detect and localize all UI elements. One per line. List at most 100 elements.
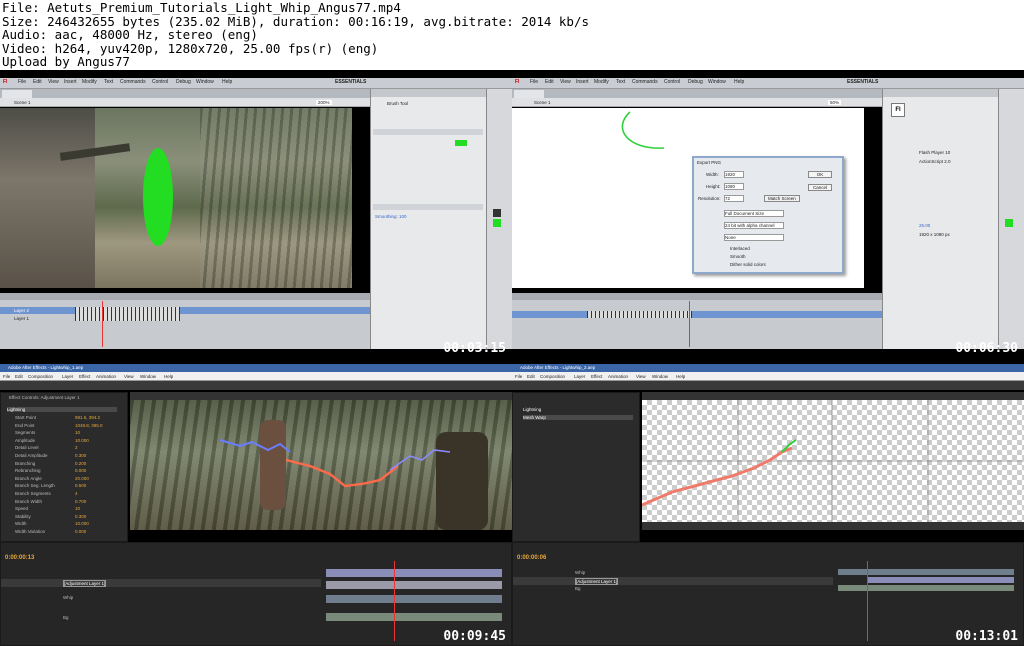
toolbar <box>512 381 1024 390</box>
effect-param-name: Branching <box>15 460 36 466</box>
effect-controls-panel: Effect Controls: Adjustment Layer 1 Ligh… <box>0 392 128 542</box>
timeline-panel: 0:00:00:13 [Adjustment Layer 1] Whip Bg <box>0 542 512 646</box>
trees <box>200 108 352 288</box>
title-bar: Adobe After Effects - Lightwhip_2.aep <box>512 364 1024 372</box>
timeline: Layer 2 Layer 1 <box>0 293 370 349</box>
effect-param-name: Branch Segments <box>15 491 51 496</box>
edit-bar: Scene 1 200% <box>0 98 370 107</box>
effect-param-name: Amplitude <box>15 437 36 443</box>
filter-select[interactable]: None <box>724 234 784 241</box>
colors-select[interactable]: 24 bit with alpha channel <box>724 222 784 229</box>
height-input[interactable]: 1080 <box>724 183 744 190</box>
edit-bar: Scene 1 50% <box>512 98 882 107</box>
resolution-input[interactable]: 72 <box>724 195 744 202</box>
effect-param-value[interactable]: 10.000 <box>75 438 89 443</box>
width-input[interactable]: 1920 <box>724 171 744 178</box>
cancel-button[interactable]: Cancel <box>808 184 832 191</box>
fill-color-swatch[interactable] <box>493 219 501 227</box>
effect-param-name: Speed <box>15 506 29 512</box>
timestamp: 00:13:01 <box>955 629 1018 644</box>
tools-panel <box>486 89 512 349</box>
effect-param-value[interactable]: 10.000 <box>75 521 89 526</box>
playhead[interactable] <box>867 561 868 641</box>
thumbnail-3: Adobe After Effects - Lightwhip_1.aep Fi… <box>0 358 512 646</box>
effect-param-value[interactable]: 10 <box>75 430 80 435</box>
doc-tabs <box>0 89 370 98</box>
fill-swatch[interactable] <box>455 140 467 146</box>
file-info-line: File: Aetuts_Premium_Tutorials_Light_Whi… <box>2 0 401 15</box>
effect-param-name: Branch Seg. Length <box>15 483 55 489</box>
stroke-color-swatch[interactable] <box>493 209 501 217</box>
export-png-dialog: Export PNG Width: 1920 Height: 1080 Reso… <box>692 156 844 274</box>
thumbnail-4: Adobe After Effects - Lightwhip_2.aep Fi… <box>512 358 1024 646</box>
tools-panel <box>998 89 1024 349</box>
lightning-whip <box>219 439 451 488</box>
effect-param-value[interactable]: 10 <box>75 506 80 511</box>
actor-figure <box>0 108 95 288</box>
properties-panel: Brush Tool Smoothing: 100 <box>370 89 486 349</box>
effect-param-value[interactable]: 0.500 <box>75 483 86 488</box>
file-info: File: Aetuts_Premium_Tutorials_Light_Whi… <box>0 0 1024 70</box>
composition-viewer <box>130 392 512 530</box>
composition-viewer <box>642 392 1024 530</box>
mesh-warp-grid <box>642 400 1024 522</box>
title-bar: Adobe After Effects - Lightwhip_1.aep <box>0 364 512 372</box>
effect-param-name: Detail Amplitude <box>15 453 48 458</box>
ok-button[interactable]: OK <box>808 171 832 178</box>
doc-tab[interactable] <box>2 90 32 98</box>
file-info-line: Size: 246432655 bytes (235.02 MiB), dura… <box>2 13 589 29</box>
dither-checkbox[interactable]: Dither solid colors <box>730 262 766 267</box>
fill-color-swatch[interactable] <box>1005 219 1013 227</box>
file-info-line: Upload by Angus77 <box>2 54 130 70</box>
effect-param-value[interactable]: 981.6, 394.2 <box>75 415 100 420</box>
effect-param-value[interactable]: 0.700 <box>75 499 86 504</box>
timecode[interactable]: 0:00:00:06 <box>517 555 546 561</box>
interlaced-checkbox[interactable]: Interlaced <box>730 246 750 251</box>
timestamp: 00:03:15 <box>443 341 506 356</box>
match-screen-button[interactable]: Match Screen <box>764 195 800 202</box>
menu-bar: Fl File Edit View Insert Modify Text Com… <box>512 78 1024 89</box>
timecode[interactable]: 0:00:00:13 <box>5 555 34 561</box>
fl-document-icon: Fl <box>891 103 905 117</box>
properties-panel: Fl Flash Player 10 ActionScript 2.0 25.0… <box>882 89 998 349</box>
effect-param-value[interactable]: 0.300 <box>75 453 86 458</box>
effect-param-name: Branch Width <box>15 498 43 504</box>
menu-bar: File Edit Composition Layer Effect Anima… <box>0 372 512 381</box>
effect-param-value[interactable]: 0.200 <box>75 461 86 466</box>
effect-param-value[interactable]: 2 <box>75 445 78 450</box>
playhead[interactable] <box>102 301 103 347</box>
menu-bar: Fl File Edit View Insert Modify Text Com… <box>0 78 512 89</box>
effect-param-name: Width <box>15 521 27 527</box>
file-info-line: Video: h264, yuv420p, 1280x720, 25.00 fp… <box>2 40 379 56</box>
playhead[interactable] <box>394 561 395 641</box>
effect-param-value[interactable]: 0.300 <box>75 514 86 519</box>
effect-param-name: Start Point <box>15 415 37 420</box>
doc-tab[interactable] <box>514 90 544 98</box>
effect-param-name: Stability <box>15 513 31 519</box>
stage-footage <box>0 108 352 288</box>
toolbar <box>0 381 512 390</box>
timeline <box>512 293 882 349</box>
effect-param-value[interactable]: 0.000 <box>75 529 86 534</box>
effect-param-value[interactable]: 0.000 <box>75 468 86 473</box>
effect-param-value[interactable]: 20.000 <box>75 476 89 481</box>
menu-bar: File Edit Composition Layer Effect Anima… <box>512 372 1024 381</box>
effect-controls-panel: Lightning Mesh Warp <box>512 392 640 542</box>
effect-param-value[interactable]: 1048.8, 395.0 <box>75 423 103 428</box>
playhead[interactable] <box>689 301 690 347</box>
doc-tabs <box>512 89 882 98</box>
timeline-panel: 0:00:00:06 [Adjustment Layer 1] Whip Bg <box>512 542 1024 646</box>
effect-param-value[interactable]: 4 <box>75 491 78 496</box>
effect-param-name: Rebranching <box>15 468 41 474</box>
thumbnail-2: Fl File Edit View Insert Modify Text Com… <box>512 70 1024 358</box>
effect-param-name: Detail Level <box>15 445 39 451</box>
include-select[interactable]: Full Document Size <box>724 210 784 217</box>
green-whip-shape <box>143 148 173 246</box>
effect-param-name: Width Variation <box>15 529 46 534</box>
effect-param-name: Segments <box>15 430 36 436</box>
smooth-checkbox[interactable]: Smooth <box>730 254 746 259</box>
timestamp: 00:06:30 <box>955 341 1018 356</box>
effect-param-name: End Point <box>15 422 35 428</box>
transparency-grid <box>642 400 1024 522</box>
effect-param-name: Branch Angle <box>15 475 42 481</box>
